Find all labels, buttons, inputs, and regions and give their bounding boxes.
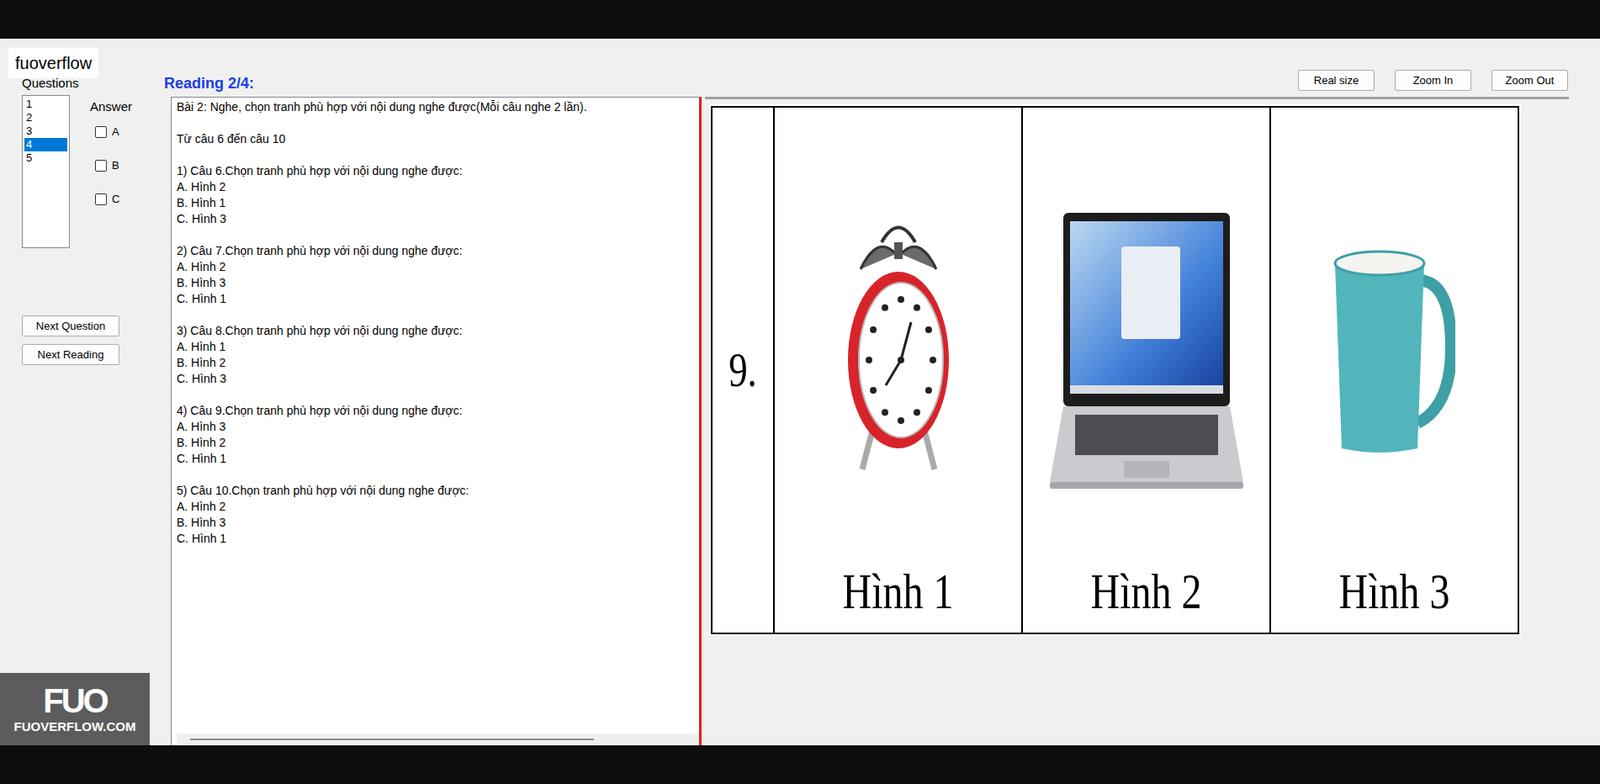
checkbox[interactable] xyxy=(95,126,107,138)
zoom-button[interactable]: Real size xyxy=(1298,69,1375,91)
question-prompt: 2) Câu 7.Chọn tranh phù hợp với nội dung… xyxy=(176,243,700,260)
sidebar: Questions12345AnswerABCNext QuestionNext… xyxy=(0,38,165,746)
figure-cell: Hình 3 xyxy=(1271,107,1518,633)
horizontal-scrollbar[interactable] xyxy=(176,733,700,746)
question-block: 4) Câu 9.Chọn tranh phù hợp với nội dung… xyxy=(176,386,700,467)
question-block: 5) Câu 10.Chọn tranh phù hợp với nội dun… xyxy=(176,466,700,547)
nav-button[interactable]: Next Question xyxy=(21,315,120,337)
figure-number: 9. xyxy=(712,107,775,633)
answer-option[interactable]: C xyxy=(90,182,133,217)
question-range: Từ câu 6 đến câu 10 xyxy=(176,131,700,148)
question-choice: C. Hình 1 xyxy=(176,450,700,467)
question-choice: C. Hình 1 xyxy=(176,530,700,547)
figure-cell: Hình 2 xyxy=(1022,107,1272,633)
question-prompt: 4) Câu 9.Chọn tranh phù hợp với nội dung… xyxy=(176,402,700,419)
question-choice: B. Hình 2 xyxy=(176,354,700,371)
figure-cell: Hình 1 xyxy=(774,107,1023,633)
bottom-bar xyxy=(0,745,1600,784)
instruction: Bài 2: Nghe, chọn tranh phù hợp với nội … xyxy=(176,99,700,116)
question-choice: A. Hình 2 xyxy=(176,498,700,515)
question-item[interactable]: 5 xyxy=(24,151,68,165)
figure-table: 9. Hình 1 Hình 2 Hình 3 xyxy=(710,105,1520,635)
zoom-button[interactable]: Zoom In xyxy=(1394,69,1472,91)
checkbox[interactable] xyxy=(95,159,107,172)
checkbox[interactable] xyxy=(95,193,107,206)
question-prompt: 1) Câu 6.Chọn tranh phù hợp với nội dung… xyxy=(176,163,700,180)
question-image: 9. Hình 1 Hình 2 Hình 3 xyxy=(709,104,1521,636)
question-choice: A. Hình 2 xyxy=(176,259,700,276)
mug-icon xyxy=(1333,246,1456,457)
question-block: 3) Câu 8.Chọn tranh phù hợp với nội dung… xyxy=(176,307,700,387)
figure-caption: Hình 3 xyxy=(1324,561,1464,621)
question-item[interactable]: 4 xyxy=(24,137,68,152)
question-choice: C. Hình 1 xyxy=(176,291,700,308)
question-block: 2) Câu 7.Chọn tranh phù hợp với nội dung… xyxy=(176,227,700,308)
question-choice: B. Hình 2 xyxy=(176,434,700,451)
exam-window: Questions12345AnswerABCNext QuestionNext… xyxy=(0,38,1600,746)
answer-group: AnswerABC xyxy=(90,95,133,249)
site-logo: FUOFUOVERFLOW.COM xyxy=(0,672,150,746)
question-item[interactable]: 2 xyxy=(24,111,68,125)
question-choice: A. Hình 2 xyxy=(176,179,700,196)
nav-button[interactable]: Next Reading xyxy=(21,344,120,366)
app: Questions12345AnswerABCNext QuestionNext… xyxy=(0,0,1600,784)
image-viewer[interactable]: 9. Hình 1 Hình 2 Hình 3 xyxy=(704,96,1569,746)
question-choice: B. Hình 3 xyxy=(176,275,700,292)
reading-title: Reading 2/4: xyxy=(164,72,255,96)
question-item[interactable]: 1 xyxy=(24,97,68,112)
question-choice: B. Hình 1 xyxy=(176,195,700,212)
question-block: 1) Câu 6.Chọn tranh phù hợp với nội dung… xyxy=(176,147,700,228)
figure-caption: Hình 1 xyxy=(828,561,968,621)
question-choice: C. Hình 3 xyxy=(176,370,700,387)
figure-caption: Hình 2 xyxy=(1076,561,1216,621)
question-prompt: 3) Câu 8.Chọn tranh phù hợp với nội dung… xyxy=(176,323,700,340)
top-bar xyxy=(0,0,1600,39)
reading-text-panel[interactable]: Bài 2: Nghe, chọn tranh phù hợp với nội … xyxy=(170,96,702,746)
question-prompt: 5) Câu 10.Chọn tranh phù hợp với nội dun… xyxy=(176,482,700,499)
answer-label: Answer xyxy=(90,98,133,116)
question-choice: A. Hình 1 xyxy=(176,339,700,355)
question-choice: A. Hình 3 xyxy=(176,418,700,435)
zoom-button[interactable]: Zoom Out xyxy=(1491,69,1569,91)
question-list[interactable]: 12345 xyxy=(21,95,70,249)
watermark-label: fuoverflow xyxy=(8,47,99,79)
answer-option[interactable]: A xyxy=(90,115,133,149)
question-choice: C. Hình 3 xyxy=(176,211,700,228)
answer-option[interactable]: B xyxy=(90,148,133,183)
laptop-icon xyxy=(1049,212,1244,491)
question-choice: B. Hình 3 xyxy=(176,514,700,531)
alarm-clock-icon xyxy=(843,217,954,487)
question-item[interactable]: 3 xyxy=(24,124,68,138)
